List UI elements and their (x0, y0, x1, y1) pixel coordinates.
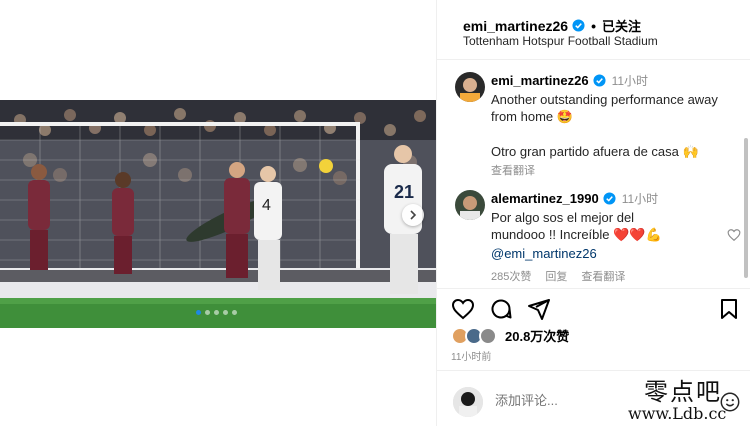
carousel-dot[interactable] (223, 310, 228, 315)
football-match-photo: 4 21 (0, 100, 436, 328)
reply-link[interactable]: 回复 (545, 268, 567, 284)
carousel-dot[interactable] (214, 310, 219, 315)
comment-text: Por algo sos el mejor del mundooo !! Inc… (491, 210, 662, 242)
carousel-next-button[interactable] (402, 204, 424, 226)
follow-state-button[interactable]: 已关注 (602, 16, 641, 35)
verified-badge-icon (593, 74, 606, 87)
avatar-image (455, 190, 485, 220)
header-location[interactable]: Tottenham Hotspur Football Stadium (463, 34, 658, 48)
comments-list: emi_martinez26 11小时 Another outstanding … (437, 60, 750, 288)
see-translation-link[interactable]: 查看翻译 (491, 162, 535, 178)
avatar-image (453, 387, 483, 417)
comment-username[interactable]: alemartinez_1990 (491, 191, 599, 206)
comment-composer (437, 370, 750, 426)
see-translation-link[interactable]: 查看翻译 (581, 268, 625, 284)
comment-icon[interactable] (489, 297, 513, 321)
comment-meta: 查看翻译 (491, 162, 727, 178)
carousel-dot[interactable] (232, 310, 237, 315)
comment-header: alemartinez_1990 11小时 (491, 190, 727, 207)
comment-header: emi_martinez26 11小时 (491, 72, 727, 89)
bookmark-icon[interactable] (717, 297, 741, 321)
comment-meta: 285次赞 回复 查看翻译 (491, 268, 727, 284)
heart-icon[interactable] (727, 228, 741, 242)
player-number-21: 21 (394, 182, 414, 202)
verified-badge-icon (603, 192, 616, 205)
emoji-icon[interactable] (719, 391, 741, 413)
post-timestamp[interactable]: 11小时前 (451, 348, 491, 363)
comment-time[interactable]: 11小时 (612, 72, 648, 89)
carousel-dot[interactable] (205, 310, 210, 315)
comment-text: Another outstanding performance away fro… (491, 92, 718, 124)
comment-text-secondary: Otro gran partido afuera de casa 🙌 (491, 144, 699, 159)
avatar[interactable] (455, 72, 485, 102)
header-username[interactable]: emi_martinez26 (463, 18, 568, 34)
avatar (453, 387, 483, 417)
carousel-dot[interactable] (196, 310, 201, 315)
comment-likes-count[interactable]: 285次赞 (491, 268, 531, 284)
chevron-right-icon (410, 210, 417, 220)
media-pane: 4 21 (0, 0, 436, 426)
carousel-indicator (196, 310, 237, 315)
post-actions (437, 288, 750, 326)
comment-username[interactable]: emi_martinez26 (491, 73, 589, 88)
scrollbar-thumb[interactable] (744, 138, 748, 278)
comment-input[interactable] (495, 393, 695, 408)
avatar-image (455, 72, 485, 102)
share-icon[interactable] (527, 297, 551, 321)
comment-mention[interactable]: @emi_martinez26 (491, 245, 727, 262)
comments-scrollbar[interactable] (743, 122, 749, 288)
comment-time[interactable]: 11小时 (622, 190, 658, 207)
post-header: emi_martinez26 • 已关注 Tottenham Hotspur F… (437, 0, 750, 60)
player-number-4: 4 (262, 197, 271, 214)
avatar[interactable] (455, 190, 485, 220)
separator-dot: • (591, 17, 596, 34)
likes-count[interactable]: 20.8万次赞 (505, 326, 569, 345)
likes-row: 20.8万次赞 (451, 326, 569, 345)
avatar (479, 326, 497, 345)
verified-badge-icon (572, 19, 585, 32)
post-side-pane: emi_martinez26 • 已关注 Tottenham Hotspur F… (436, 0, 750, 426)
header-user-line: emi_martinez26 • 已关注 (463, 16, 641, 35)
post-photo[interactable]: 4 21 (0, 100, 436, 328)
heart-icon[interactable] (451, 297, 475, 321)
liker-avatars[interactable] (451, 326, 501, 345)
